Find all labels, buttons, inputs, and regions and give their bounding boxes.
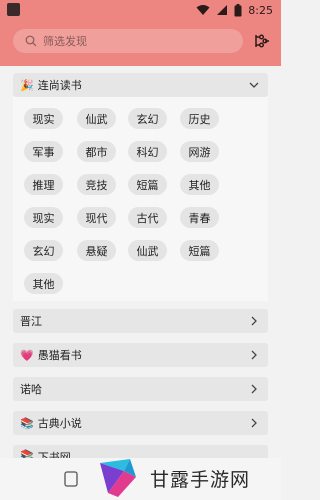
- app-notification-icon: [7, 3, 20, 16]
- battery-icon: [234, 3, 242, 16]
- section-label: 晋江: [20, 315, 42, 328]
- tag-chip[interactable]: 网游: [180, 141, 219, 162]
- section-label: 古典小说: [37, 417, 82, 430]
- watermark-text: 甘露手游网: [150, 468, 251, 491]
- filter-icon[interactable]: [253, 32, 271, 50]
- section-gudian[interactable]: 📚 古典小说: [13, 411, 268, 435]
- watermark-logo-icon: [100, 459, 136, 497]
- tag-chip[interactable]: 悬疑: [77, 240, 116, 261]
- tag-chip[interactable]: 短篇: [180, 240, 219, 261]
- section-label: 诺哈: [20, 383, 42, 396]
- status-time: 8:25: [248, 3, 273, 17]
- tag-chip[interactable]: 古代: [128, 207, 167, 228]
- tag-chip[interactable]: 青春: [180, 207, 219, 228]
- tag-chip[interactable]: 仙武: [128, 240, 167, 261]
- chevron-right-icon: [251, 350, 257, 360]
- tag-chip[interactable]: 历史: [180, 108, 219, 129]
- tag-chip[interactable]: 现实: [24, 108, 63, 129]
- watermark: 甘露手游网: [96, 456, 281, 500]
- tag-chip[interactable]: 现代: [77, 207, 116, 228]
- section-label: 连尚读书: [37, 79, 82, 92]
- tag-chip[interactable]: 仙武: [77, 108, 116, 129]
- heart-icon: 💗: [20, 348, 34, 362]
- search-input[interactable]: 筛选发现: [13, 29, 243, 53]
- status-indicators: 8:25: [196, 3, 273, 17]
- tag-chip[interactable]: 其他: [180, 174, 219, 195]
- tag-chip[interactable]: 竞技: [77, 174, 116, 195]
- section-jinjiang[interactable]: 晋江: [13, 309, 268, 333]
- tag-chip[interactable]: 短篇: [128, 174, 167, 195]
- chevron-right-icon: [251, 418, 257, 428]
- chevron-down-icon: [249, 82, 259, 88]
- signal-icon: [217, 5, 228, 15]
- tag-chip[interactable]: 现实: [24, 207, 63, 228]
- section-label: 愚猫看书: [37, 349, 82, 362]
- status-bar: 8:25: [0, 0, 281, 20]
- party-icon: 🎉: [20, 78, 34, 92]
- tag-chip[interactable]: 科幻: [128, 141, 167, 162]
- wifi-icon: [196, 5, 210, 15]
- tag-chip[interactable]: 玄幻: [24, 240, 63, 261]
- section-lianshang[interactable]: 🎉 连尚读书: [13, 73, 268, 97]
- tag-chip[interactable]: 都市: [77, 141, 116, 162]
- header: 8:25 筛选发现: [0, 0, 281, 66]
- chevron-right-icon: [251, 384, 257, 394]
- tag-chip[interactable]: 推理: [24, 174, 63, 195]
- nav-recents-icon[interactable]: [62, 470, 80, 488]
- search-placeholder: 筛选发现: [43, 35, 87, 48]
- section-nuoha[interactable]: 诺哈: [13, 377, 268, 401]
- tag-chip[interactable]: 军事: [24, 141, 63, 162]
- search-icon: [25, 35, 37, 47]
- books-icon: 📚: [20, 416, 34, 430]
- chevron-right-icon: [251, 316, 257, 326]
- section-yumao[interactable]: 💗 愚猫看书: [13, 343, 268, 367]
- tag-chip[interactable]: 其他: [24, 273, 63, 294]
- tag-chip[interactable]: 玄幻: [128, 108, 167, 129]
